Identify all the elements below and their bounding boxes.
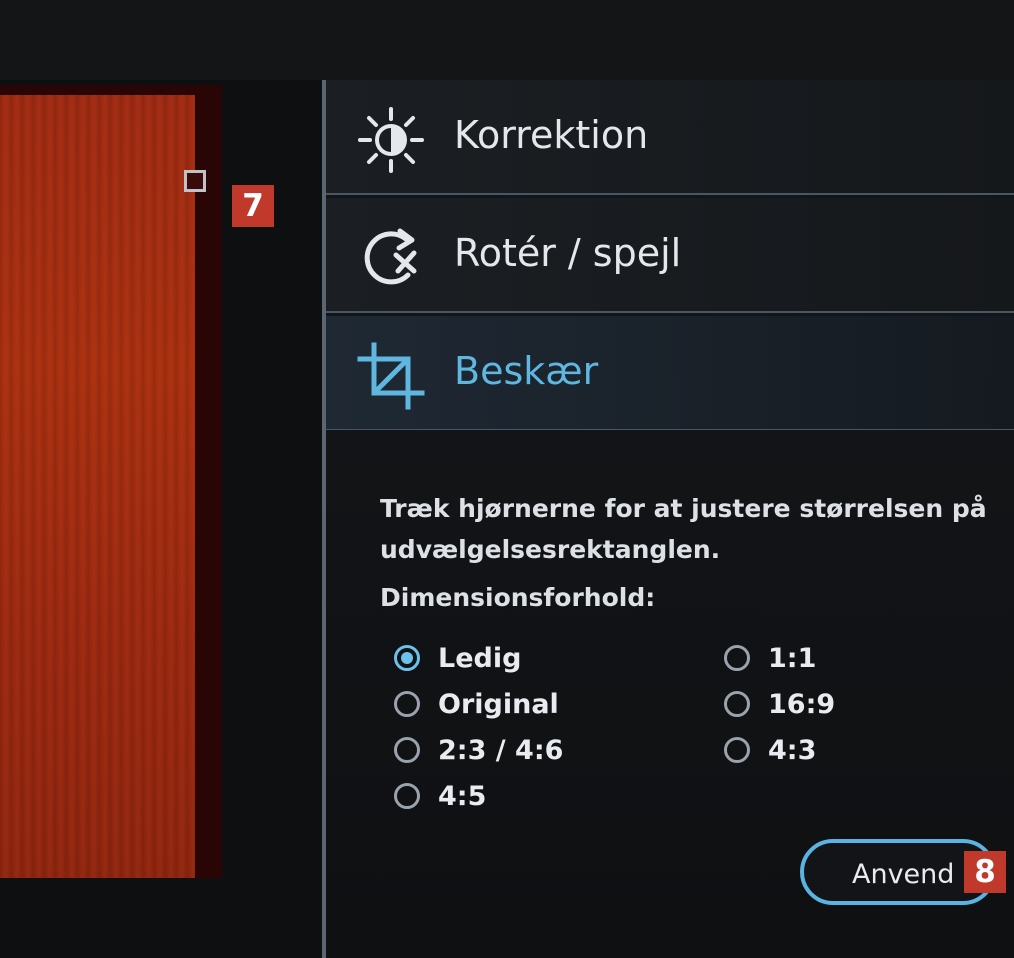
crop-options-panel: Træk hjørnerne for at justere størrelsen…: [326, 430, 1014, 958]
radio-selected-icon: [394, 645, 420, 671]
rotate-flip-icon: [364, 228, 417, 285]
section-crop[interactable]: Beskær: [326, 316, 1014, 431]
radio-label: Original: [438, 688, 559, 720]
radio-1-1[interactable]: 1:1: [724, 640, 816, 676]
crop-corner-handle[interactable]: [184, 170, 206, 192]
crop-instructions: Træk hjørnerne for at justere størrelsen…: [380, 494, 987, 564]
callout-badge-8: 8: [964, 851, 1006, 893]
radio-circle-icon: [724, 691, 750, 717]
radio-circle-icon: [724, 645, 750, 671]
radio-label: Ledig: [438, 642, 522, 674]
radio-label: 4:3: [768, 734, 817, 766]
section-label-crop: Beskær: [454, 349, 599, 393]
radio-2-3-4-6[interactable]: 2:3 / 4:6: [394, 732, 563, 768]
apply-button-label: Anvend: [852, 859, 955, 890]
radio-4-5[interactable]: 4:5: [394, 778, 486, 814]
radio-4-3[interactable]: 4:3: [724, 732, 816, 768]
radio-label: 16:9: [768, 688, 836, 720]
radio-ledig[interactable]: Ledig: [394, 640, 521, 676]
section-label-correction: Korrektion: [454, 113, 649, 157]
section-correction[interactable]: Korrektion: [326, 80, 1014, 195]
edit-panel: Korrektion Rotér / spejl Beskær Træk hjø…: [326, 80, 1014, 958]
radio-circle-icon: [394, 691, 420, 717]
section-label-rotate-flip: Rotér / spejl: [454, 231, 682, 275]
radio-label: 4:5: [438, 780, 487, 812]
radio-original[interactable]: Original: [394, 686, 559, 722]
section-rotate-flip[interactable]: Rotér / spejl: [326, 198, 1014, 313]
photo-preview: [0, 95, 195, 878]
radio-16-9[interactable]: 16:9: [724, 686, 835, 722]
radio-circle-icon: [394, 737, 420, 763]
crop-icon: [357, 342, 425, 410]
brightness-icon: [358, 107, 424, 173]
radio-label: 1:1: [768, 642, 817, 674]
aspect-ratio-label: Dimensionsforhold:: [380, 583, 656, 612]
top-bar: [0, 0, 1014, 80]
radio-label: 2:3 / 4:6: [438, 734, 564, 766]
radio-circle-icon: [724, 737, 750, 763]
radio-circle-icon: [394, 783, 420, 809]
callout-badge-7: 7: [232, 185, 274, 227]
